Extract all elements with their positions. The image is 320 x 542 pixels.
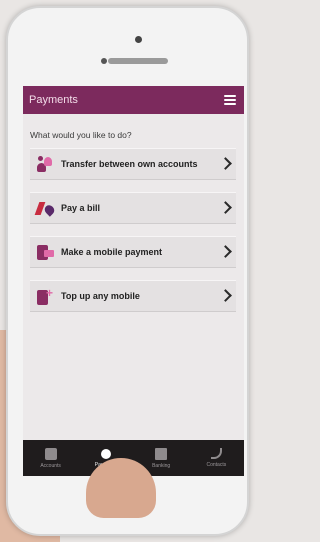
- option-label: Top up any mobile: [61, 291, 140, 301]
- option-label: Pay a bill: [61, 203, 101, 213]
- payment-options-list: Transfer between own accounts Pay a bill…: [23, 148, 244, 312]
- accounts-icon: [44, 447, 57, 460]
- earpiece-speaker: [108, 58, 168, 64]
- tab-contacts[interactable]: Contacts: [189, 440, 244, 476]
- tab-label: Contacts: [206, 462, 227, 468]
- chevron-right-icon: [219, 157, 232, 170]
- transfer-accounts-icon: [35, 154, 57, 174]
- app-screen: Payments What would you like to do? Tran…: [23, 86, 244, 476]
- option-top-up-mobile[interactable]: + Top up any mobile: [30, 280, 236, 312]
- contacts-icon: [210, 448, 222, 459]
- sensor: [101, 58, 107, 64]
- option-mobile-payment[interactable]: Make a mobile payment: [30, 236, 236, 268]
- tab-accounts[interactable]: Accounts: [23, 440, 78, 476]
- page-title: Payments: [29, 94, 78, 106]
- top-up-mobile-icon: +: [35, 286, 57, 306]
- option-transfer-own-accounts[interactable]: Transfer between own accounts: [30, 148, 236, 180]
- option-label: Make a mobile payment: [61, 247, 163, 257]
- mobile-payment-icon: [35, 242, 57, 262]
- payments-icon: [100, 448, 111, 459]
- menu-icon[interactable]: [224, 95, 236, 105]
- chevron-right-icon: [219, 245, 232, 258]
- app-header: Payments: [23, 86, 244, 114]
- option-pay-bill[interactable]: Pay a bill: [30, 192, 236, 224]
- chevron-right-icon: [219, 201, 232, 214]
- banking-icon: [155, 447, 168, 460]
- front-camera: [135, 36, 142, 43]
- prompt-text: What would you like to do?: [30, 130, 132, 140]
- option-label: Transfer between own accounts: [61, 159, 198, 169]
- chevron-right-icon: [219, 289, 232, 302]
- pay-bill-icon: [34, 198, 57, 218]
- tab-label: Accounts: [40, 462, 61, 469]
- tab-label: Banking: [152, 462, 171, 469]
